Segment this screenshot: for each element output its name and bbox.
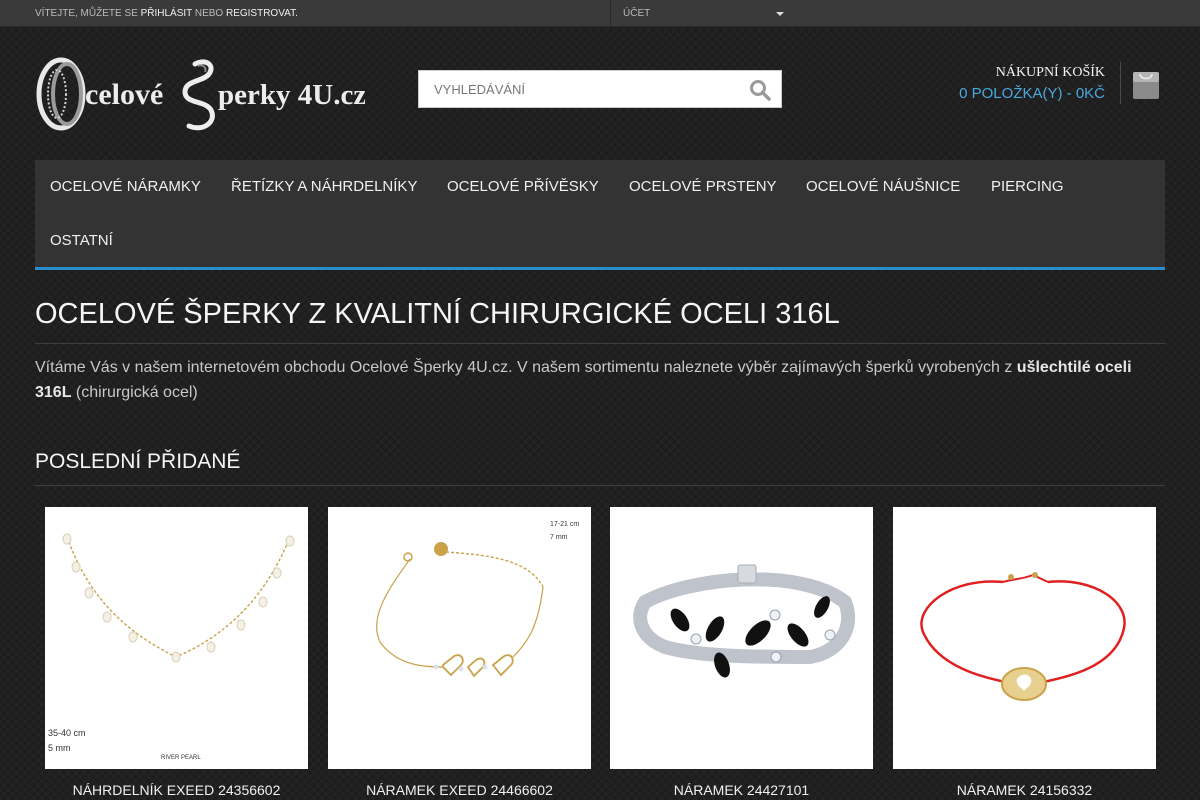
product-image-length: 35-40 cm <box>48 728 86 738</box>
product-name[interactable]: Náhrdelník EXEED 24356602 <box>45 782 308 798</box>
product-name[interactable]: Náramek 24427101 <box>610 782 873 798</box>
logo-graphic: celové perky 4U.cz <box>36 57 366 131</box>
cart-summary-link[interactable]: 0 položka(y) - 0Kč <box>959 85 1105 102</box>
cart-divider <box>1120 62 1121 104</box>
nav-item-privesky[interactable]: Ocelové přívěsky <box>432 160 614 214</box>
product-image-width: 7 mm <box>550 534 568 541</box>
nav-item-piercing[interactable]: Piercing <box>976 160 1079 214</box>
cart-title: Nákupní košík <box>995 65 1105 80</box>
account-label: Účet <box>623 8 651 19</box>
search-box <box>418 70 782 108</box>
svg-text:celové: celové <box>85 78 163 111</box>
nav-item-nausnice[interactable]: Ocelové náušnice <box>791 160 975 214</box>
product-image[interactable]: 17-21 cm 7 mm <box>328 507 591 769</box>
welcome-prefix: Vítejte, můžete se <box>35 8 138 19</box>
account-dropdown[interactable]: Účet <box>610 0 790 27</box>
product-name[interactable]: Náramek 24156332 <box>893 782 1156 798</box>
product-card: 17-21 cm 7 mm Náramek EXEED 24466602 <box>328 507 591 798</box>
intro-text: Vítáme Vás v našem internetovém obchodu … <box>35 359 1013 376</box>
main-navigation: Ocelové náramky Řetízky a náhrdelníky Oc… <box>35 160 1165 270</box>
svg-text:perky 4U.cz: perky 4U.cz <box>218 79 365 111</box>
welcome-message: Vítejte, můžete se přihlásit nebo regist… <box>35 0 298 27</box>
latest-section-title: Poslední přidané <box>35 450 1165 486</box>
nav-item-ocelove-naramky[interactable]: Ocelové náramky <box>35 160 216 214</box>
product-image[interactable]: 35-40 cm 5 mm RIVER PEARL <box>45 507 308 769</box>
caret-down-icon <box>776 12 784 16</box>
product-image[interactable] <box>610 507 873 769</box>
search-input[interactable] <box>419 71 739 107</box>
product-card: Náramek 24156332 <box>893 507 1156 798</box>
shopping-bag-icon[interactable] <box>1132 68 1160 100</box>
product-image-length: 17-21 cm <box>550 521 580 528</box>
product-name[interactable]: Náramek EXEED 24466602 <box>328 782 591 798</box>
login-link[interactable]: přihlásit <box>141 8 193 19</box>
product-card: Náramek 24427101 <box>610 507 873 798</box>
register-link[interactable]: registrovat. <box>226 8 298 19</box>
nav-item-retizky[interactable]: Řetízky a náhrdelníky <box>216 160 432 214</box>
product-card: 35-40 cm 5 mm RIVER PEARL Náhrdelník EXE… <box>45 507 308 798</box>
nav-item-prsteny[interactable]: Ocelové prsteny <box>614 160 792 214</box>
product-image-width: 5 mm <box>48 743 71 753</box>
product-image-caption: RIVER PEARL <box>161 755 201 761</box>
or-text: nebo <box>194 8 224 19</box>
top-bar: Vítejte, můžete se přihlásit nebo regist… <box>0 0 1200 27</box>
intro-suffix: (chirurgická ocel) <box>75 384 198 401</box>
page-title: Ocelové šperky z kvalitní chirurgické oc… <box>35 298 1165 344</box>
intro-paragraph: Vítáme Vás v našem internetovém obchodu … <box>35 355 1165 405</box>
site-logo[interactable]: celové perky 4U.cz <box>35 56 366 132</box>
product-image[interactable] <box>893 507 1156 769</box>
search-icon[interactable] <box>749 79 771 101</box>
nav-item-ostatni[interactable]: Ostatní <box>35 214 128 268</box>
